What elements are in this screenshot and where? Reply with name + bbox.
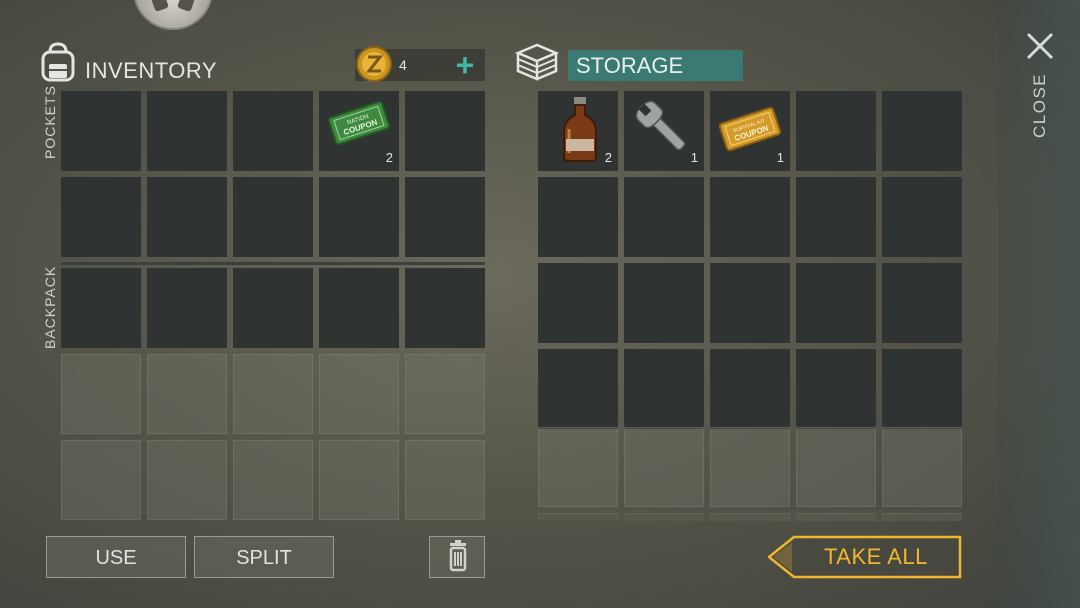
close-icon[interactable] <box>1024 30 1056 62</box>
locked-slot <box>882 427 962 507</box>
locked-slot <box>147 440 227 520</box>
item-quantity: 1 <box>776 150 784 165</box>
inventory-slot[interactable] <box>405 91 485 171</box>
storage-slot[interactable] <box>882 91 962 171</box>
pockets-divider <box>61 262 485 265</box>
storage-slot[interactable] <box>796 91 876 171</box>
backpack-slot[interactable] <box>233 268 313 348</box>
take-all-label: TAKE ALL <box>824 544 928 569</box>
inventory-slot[interactable] <box>147 91 227 171</box>
locked-slot <box>405 440 485 520</box>
trash-button[interactable] <box>429 536 485 578</box>
backpack-label: BACKPACK <box>42 265 58 349</box>
player-avatar[interactable] <box>133 0 213 30</box>
storage-slot[interactable] <box>796 177 876 257</box>
locked-slot <box>624 513 704 521</box>
inventory-slot[interactable] <box>233 177 313 257</box>
item-quantity: 2 <box>604 150 612 165</box>
inventory-slot[interactable] <box>319 177 399 257</box>
storage-slot[interactable]: SURVIVAL KIT COUPON 1 <box>710 91 790 171</box>
inventory-slot[interactable]: RATION COUPON 2 <box>319 91 399 171</box>
storage-locked-grid <box>538 427 962 521</box>
storage-slot[interactable] <box>624 177 704 257</box>
ration-coupon-icon: RATION COUPON <box>327 100 391 146</box>
avatar-ear-right <box>177 0 195 12</box>
pockets-label: POCKETS <box>42 85 58 159</box>
locked-slot <box>796 427 876 507</box>
inventory-slot[interactable] <box>147 177 227 257</box>
backpack-slot[interactable] <box>405 268 485 348</box>
locked-slot <box>538 513 618 521</box>
bottle-icon <box>563 97 597 162</box>
locked-slot <box>796 513 876 521</box>
item-quantity: 2 <box>385 150 393 165</box>
locked-slot <box>61 440 141 520</box>
locked-slot <box>233 354 313 434</box>
add-coins-button[interactable]: + <box>450 49 480 81</box>
locked-slot <box>405 354 485 434</box>
storage-slot[interactable]: 1 <box>624 91 704 171</box>
locked-slot <box>710 427 790 507</box>
storage-slot[interactable] <box>882 263 962 343</box>
backpack-slot[interactable] <box>319 268 399 348</box>
storage-grid: 2 1 SURVIVAL KIT COUPON 1 <box>538 91 962 429</box>
pockets-grid: RATION COUPON 2 <box>61 91 485 257</box>
storage-slot[interactable] <box>882 177 962 257</box>
backpack-grid <box>61 268 485 520</box>
inventory-slot[interactable] <box>61 177 141 257</box>
locked-slot <box>233 440 313 520</box>
coin-panel: 4 + <box>355 46 485 82</box>
trash-icon <box>449 540 467 572</box>
storage-slot[interactable] <box>796 349 876 429</box>
coin-count: 4 <box>399 57 407 73</box>
wrench-icon <box>635 100 686 151</box>
inventory-slot[interactable] <box>233 91 313 171</box>
storage-locked-rows <box>538 427 962 521</box>
storage-slot[interactable] <box>882 349 962 429</box>
inventory-title: INVENTORY <box>85 58 218 83</box>
locked-slot <box>882 513 962 521</box>
storage-slot[interactable] <box>538 177 618 257</box>
use-button[interactable]: USE <box>46 536 186 578</box>
storage-slot[interactable] <box>710 177 790 257</box>
locked-slot <box>147 354 227 434</box>
storage-slot[interactable] <box>710 263 790 343</box>
item-quantity: 1 <box>690 150 698 165</box>
storage-slot[interactable] <box>624 263 704 343</box>
storage-slot[interactable] <box>796 263 876 343</box>
locked-slot <box>710 513 790 521</box>
survival-kit-coupon-icon: SURVIVAL KIT COUPON <box>718 106 782 152</box>
avatar-ear-left <box>151 0 169 12</box>
storage-title: STORAGE <box>568 50 743 81</box>
split-button[interactable]: SPLIT <box>194 536 334 578</box>
inventory-slot[interactable] <box>61 91 141 171</box>
locked-slot <box>319 354 399 434</box>
storage-slot[interactable] <box>538 349 618 429</box>
storage-slot[interactable] <box>710 349 790 429</box>
storage-slot[interactable] <box>538 263 618 343</box>
backpack-slot[interactable] <box>147 268 227 348</box>
coin-icon <box>356 46 392 82</box>
storage-box-icon <box>514 43 560 81</box>
backpack-icon <box>41 42 75 82</box>
locked-slot <box>624 427 704 507</box>
backpack-slot[interactable] <box>61 268 141 348</box>
storage-slot[interactable]: 2 <box>538 91 618 171</box>
locked-slot <box>319 440 399 520</box>
locked-slot <box>538 427 618 507</box>
close-label[interactable]: CLOSE <box>1030 73 1050 138</box>
inventory-slot[interactable] <box>405 177 485 257</box>
storage-slot[interactable] <box>624 349 704 429</box>
locked-slot <box>61 354 141 434</box>
